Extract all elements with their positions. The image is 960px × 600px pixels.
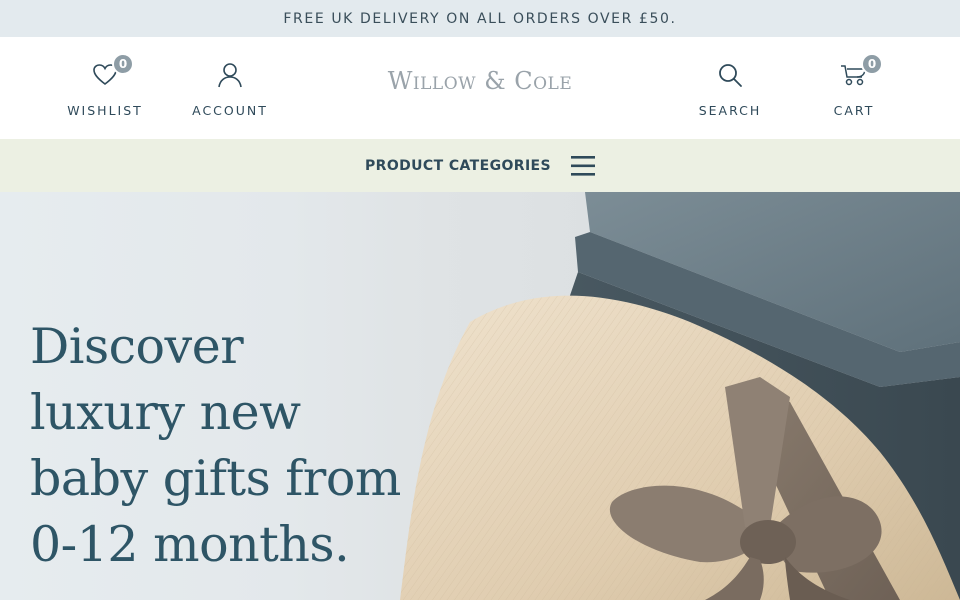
product-categories-toggle[interactable]: PRODUCT CATEGORIES	[0, 139, 960, 192]
site-header: 0 WISHLIST ACCOUNT Willow & Cole SEARCH	[0, 37, 960, 139]
hero-heading-line-3: baby gifts from	[30, 450, 401, 507]
account-label: ACCOUNT	[192, 103, 268, 118]
cart-button[interactable]: 0 CART	[799, 53, 909, 118]
search-label: SEARCH	[698, 103, 762, 118]
search-button[interactable]: SEARCH	[675, 59, 785, 118]
search-icon	[719, 64, 742, 87]
promo-bar: FREE UK DELIVERY ON ALL ORDERS OVER £50.	[0, 0, 960, 37]
hamburger-menu-icon	[571, 155, 595, 176]
promo-text: FREE UK DELIVERY ON ALL ORDERS OVER £50.	[283, 10, 677, 27]
cart-label: CART	[833, 103, 875, 118]
hero-heading-line-4: 0-12 months.	[30, 516, 350, 573]
cart-count-badge: 0	[861, 53, 883, 75]
product-categories-label: PRODUCT CATEGORIES	[365, 157, 551, 174]
hero-heading-line-1: Discover	[30, 318, 244, 375]
hero-heading-line-2: luxury new	[30, 384, 301, 441]
hero-banner: Discover luxury new baby gifts from 0-12…	[0, 192, 960, 600]
wishlist-label: WISHLIST	[67, 103, 143, 118]
hero-heading: Discover luxury new baby gifts from 0-12…	[30, 314, 410, 578]
